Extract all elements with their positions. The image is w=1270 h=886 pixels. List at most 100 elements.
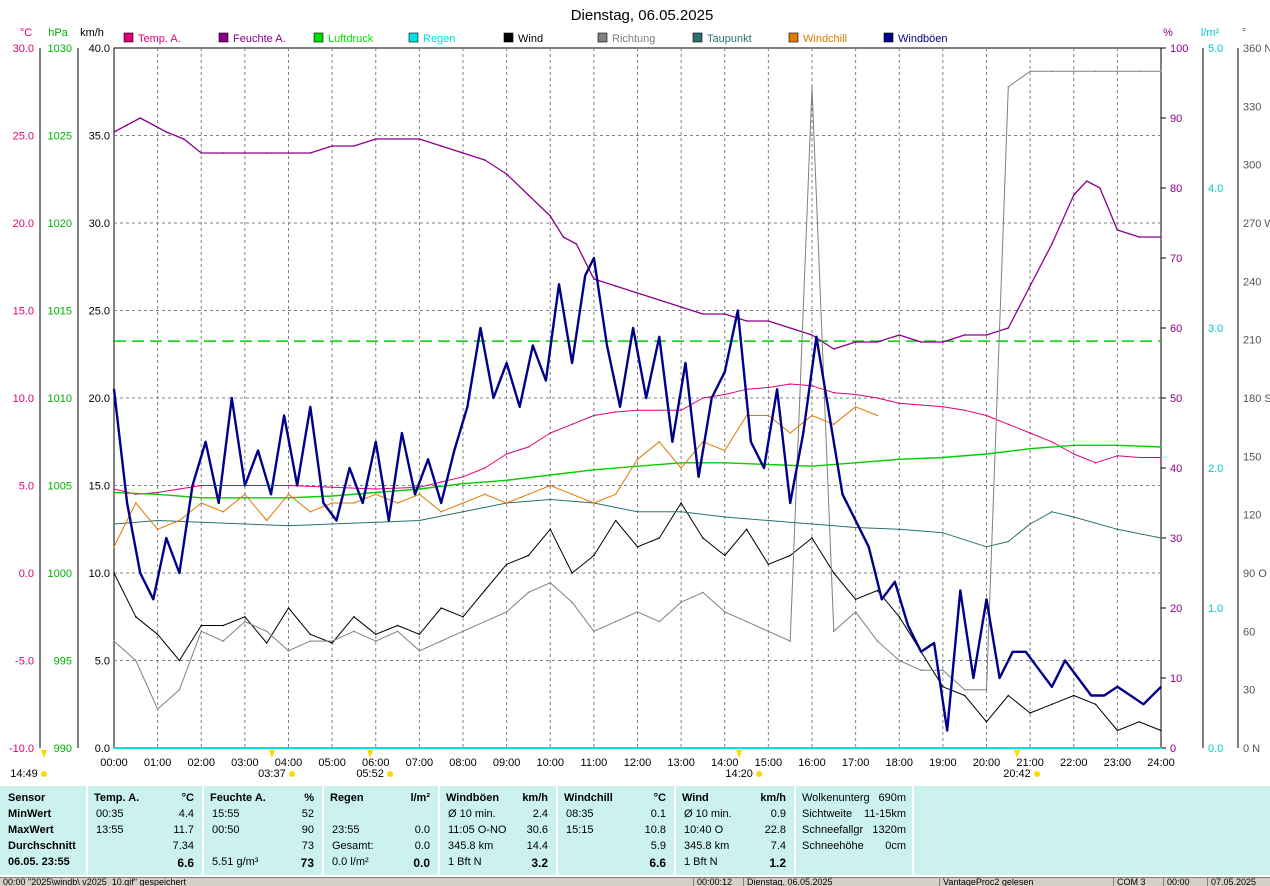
- tick-label-x: 08:00: [449, 757, 477, 769]
- data-point: [309, 406, 312, 408]
- data-point: [658, 441, 661, 443]
- data-point: [876, 589, 879, 592]
- tick-label-x: 01:00: [144, 757, 172, 769]
- data-point: [789, 640, 791, 642]
- tick-label-temp: 20.0: [13, 218, 34, 230]
- data-point: [532, 344, 534, 347]
- data-point: [697, 476, 700, 478]
- tick-label-hum: 20: [1170, 603, 1182, 615]
- data-point: [1029, 447, 1031, 450]
- extra-label: Schneefallgr: [802, 824, 864, 836]
- tick-label-hum: 80: [1170, 183, 1182, 195]
- stats-chill-col: Windchill °C 08:35 0.1 15:15 10.8 5.9 6.6: [558, 786, 676, 875]
- data-point: [750, 441, 752, 443]
- data-point: [671, 441, 674, 443]
- data-point: [575, 243, 578, 245]
- data-point: [353, 616, 355, 618]
- tick-label-press: 1025: [48, 131, 72, 143]
- stats-temp-col: Temp. A. °C 00:35 4.4 13:55 11.7 7.34 6.6: [88, 786, 204, 875]
- legend-swatch: [883, 32, 894, 43]
- data-point: [658, 299, 661, 301]
- data-point: [335, 519, 338, 522]
- data-point: [1160, 686, 1162, 688]
- stats-chill-label: 15:15: [566, 824, 594, 836]
- data-point: [375, 488, 377, 490]
- stats-sensor-row: MaxWert: [8, 824, 54, 836]
- legend-label: Luftdruck: [328, 33, 374, 45]
- data-point: [152, 598, 155, 601]
- tick-label-dir: 210: [1243, 335, 1261, 347]
- data-point: [1160, 747, 1162, 749]
- data-point: [453, 449, 456, 452]
- data-point: [113, 491, 115, 494]
- data-point: [811, 465, 813, 468]
- data-point: [113, 131, 115, 133]
- stats-hum-header: Feuchte A.: [210, 792, 266, 804]
- data-point: [833, 572, 835, 574]
- stats-temp-label: 00:35: [96, 808, 124, 820]
- tick-label-wind: 0.0: [95, 743, 110, 755]
- data-point: [1099, 187, 1101, 189]
- data-point: [867, 546, 870, 548]
- data-point: [287, 152, 290, 154]
- data-point: [244, 152, 246, 154]
- data-point: [636, 458, 639, 461]
- marker-label: 14:20: [725, 768, 753, 780]
- data-point: [375, 491, 377, 494]
- data-point: [828, 414, 831, 417]
- data-point: [257, 449, 259, 452]
- data-point: [636, 465, 639, 468]
- stats-sensor-row: 06.05. 23:55: [8, 856, 70, 868]
- stats-chill-header: Windchill: [564, 792, 613, 804]
- data-point: [1051, 70, 1053, 73]
- data-point: [200, 497, 203, 499]
- tick-label-hum: 50: [1170, 393, 1182, 405]
- data-point: [898, 659, 901, 662]
- data-point: [658, 620, 661, 623]
- legend: Temp. A. Feuchte A. Luftdruck Regen Wind Rich…: [123, 32, 948, 45]
- legend-swatch: [788, 32, 799, 43]
- data-point: [549, 474, 552, 476]
- data-point: [178, 659, 181, 662]
- data-point: [1051, 511, 1053, 513]
- data-point: [963, 409, 966, 412]
- data-point: [724, 393, 726, 396]
- data-point: [998, 677, 1001, 679]
- data-point: [632, 327, 634, 329]
- data-point: [833, 348, 835, 350]
- data-point: [200, 484, 203, 487]
- legend-label: Taupunkt: [707, 33, 752, 45]
- chart-title: Dienstag, 06.05.2025: [571, 7, 714, 24]
- stats-wind-header: Wind: [682, 792, 709, 804]
- data-point: [204, 441, 207, 443]
- data-point: [217, 502, 220, 504]
- data-point: [876, 341, 879, 343]
- data-point: [231, 397, 233, 399]
- data-point: [959, 589, 962, 592]
- data-point: [309, 640, 312, 642]
- data-point: [1007, 327, 1010, 329]
- tick-label-press: 990: [54, 743, 72, 755]
- data-point: [135, 502, 137, 504]
- data-point: [549, 498, 552, 501]
- data-point: [1160, 456, 1162, 459]
- data-point: [854, 519, 857, 522]
- axis-unit-press: hPa: [48, 27, 68, 39]
- data-point: [724, 313, 726, 315]
- data-point: [963, 688, 966, 691]
- data-point: [985, 688, 988, 691]
- data-point: [484, 159, 486, 161]
- stats-gust-label: Ø 10 min.: [448, 808, 496, 820]
- extra-value: 11-15km: [864, 808, 906, 820]
- data-point: [1138, 70, 1140, 73]
- extra-value: 0cm: [885, 840, 906, 852]
- data-point: [942, 341, 944, 343]
- data-point: [584, 274, 586, 277]
- data-point: [244, 493, 246, 496]
- stats-temp-value: 7.34: [172, 840, 194, 852]
- data-point: [1029, 712, 1031, 714]
- data-point: [894, 581, 896, 583]
- stats-wind-label: 345.8 km: [684, 840, 730, 852]
- tick-label-hum: 70: [1170, 253, 1182, 265]
- data-point: [1029, 523, 1031, 525]
